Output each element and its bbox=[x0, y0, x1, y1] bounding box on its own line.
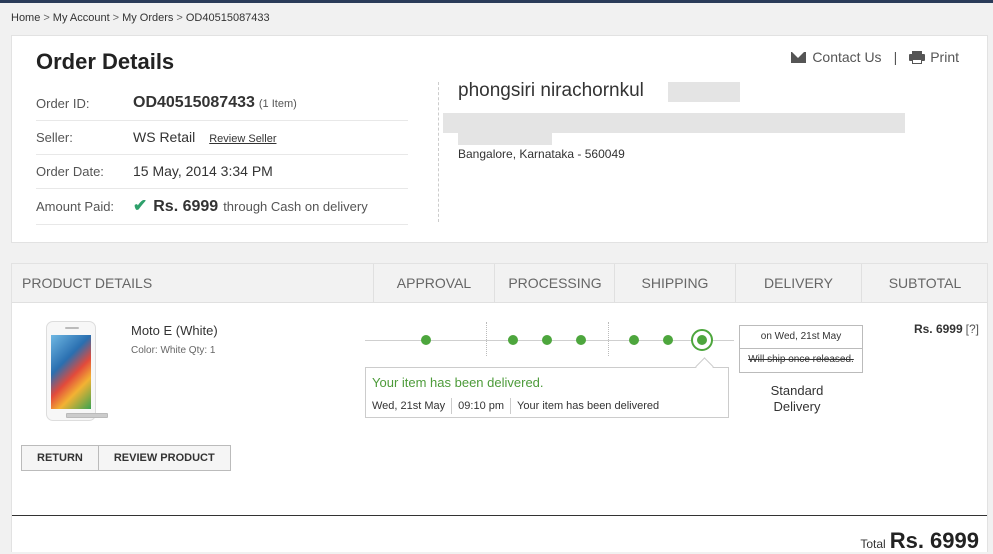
breadcrumb: Home > My Account > My Orders > OD40515087433 bbox=[11, 12, 270, 24]
approval-step-dot bbox=[421, 335, 431, 345]
processing-step-dot bbox=[576, 335, 586, 345]
order-actions: Contact Us | Print bbox=[791, 49, 959, 65]
page-title: Order Details bbox=[36, 49, 175, 74]
order-date-label: Order Date: bbox=[36, 163, 104, 179]
return-button[interactable]: RETURN bbox=[21, 445, 99, 471]
actions-divider: | bbox=[893, 49, 898, 65]
breadcrumb-home[interactable]: Home bbox=[11, 12, 40, 24]
breadcrumb-current-order: OD40515087433 bbox=[185, 12, 270, 24]
order-id-label: Order ID: bbox=[36, 95, 90, 111]
delivered-step-marker[interactable] bbox=[691, 329, 713, 351]
tracking-stage-divider bbox=[486, 322, 487, 356]
breadcrumb-my-account[interactable]: My Account bbox=[53, 12, 110, 24]
contact-us-link[interactable]: Contact Us bbox=[791, 49, 882, 65]
breadcrumb-separator: > bbox=[112, 12, 120, 24]
tracking-popup: Your item has been delivered. Wed, 21st … bbox=[365, 367, 729, 418]
review-product-button[interactable]: REVIEW PRODUCT bbox=[98, 445, 231, 471]
print-label: Print bbox=[930, 49, 959, 65]
printer-icon bbox=[909, 51, 926, 64]
check-icon: ✔ bbox=[133, 196, 148, 215]
header-subtotal: SUBTOTAL bbox=[861, 264, 988, 302]
header-delivery: DELIVERY bbox=[735, 264, 861, 302]
shipping-city: Bangalore, Karnataka - 560049 bbox=[458, 147, 625, 161]
tracking-date: Wed, 21st May bbox=[372, 400, 446, 412]
processing-step-dot bbox=[542, 335, 552, 345]
tracking-event-row: Wed, 21st May 09:10 pm Your item has bee… bbox=[372, 398, 659, 414]
order-total: Total Rs. 6999 bbox=[860, 528, 979, 554]
review-seller-link[interactable]: Review Seller bbox=[209, 133, 276, 145]
order-details-card: Order Details Contact Us | Print Order I… bbox=[11, 35, 988, 243]
tracking-status: Your item has been delivered. bbox=[372, 375, 544, 390]
processing-step-dot bbox=[508, 335, 518, 345]
payment-method: through Cash on delivery bbox=[223, 199, 368, 214]
tracking-note: Your item has been delivered bbox=[517, 400, 660, 412]
help-icon[interactable]: [?] bbox=[966, 322, 979, 336]
product-image[interactable] bbox=[46, 321, 108, 421]
seller-value-group: WS Retail Review Seller bbox=[133, 129, 276, 145]
header-shipping: SHIPPING bbox=[614, 264, 735, 302]
shipping-name: phongsiri nirachornkul bbox=[458, 80, 644, 101]
tracking-time: 09:10 pm bbox=[458, 400, 505, 412]
item-count: (1 Item) bbox=[258, 98, 297, 110]
envelope-icon bbox=[791, 51, 807, 63]
delivery-method: Standard Delivery bbox=[770, 383, 824, 414]
redacted-address-line-1 bbox=[443, 113, 905, 133]
order-id-value: OD40515087433 bbox=[133, 94, 255, 111]
product-actions: RETURN REVIEW PRODUCT bbox=[21, 445, 231, 471]
address-divider bbox=[438, 82, 439, 222]
delivery-date: on Wed, 21st May bbox=[740, 326, 862, 349]
ship-note: Will ship once released. bbox=[748, 354, 854, 365]
subtotal-value: Rs. 6999 bbox=[913, 322, 963, 336]
order-date-value: 15 May, 2014 3:34 PM bbox=[133, 163, 273, 179]
total-value: Rs. 6999 bbox=[889, 528, 979, 553]
amount-paid-value: Rs. 6999 bbox=[153, 198, 219, 215]
seller-row: Seller: WS Retail Review Seller bbox=[36, 120, 408, 155]
breadcrumb-separator: > bbox=[43, 12, 50, 24]
header-approval: APPROVAL bbox=[373, 264, 494, 302]
top-header-bar bbox=[0, 0, 993, 3]
order-id-row: Order ID: OD40515087433 (1 Item) bbox=[36, 86, 408, 121]
tracking-stage-divider bbox=[608, 322, 609, 356]
product-name[interactable]: Moto E (White) bbox=[131, 323, 218, 338]
product-details-card: PRODUCT DETAILS APPROVAL PROCESSING SHIP… bbox=[11, 263, 988, 554]
seller-name: WS Retail bbox=[133, 129, 196, 145]
total-label: Total bbox=[860, 537, 886, 551]
order-date-row: Order Date: 15 May, 2014 3:34 PM bbox=[36, 154, 408, 189]
seller-label: Seller: bbox=[36, 129, 73, 145]
product-table-header: PRODUCT DETAILS APPROVAL PROCESSING SHIP… bbox=[12, 264, 987, 303]
total-divider bbox=[12, 515, 987, 516]
breadcrumb-separator: > bbox=[176, 12, 183, 24]
redacted-surname bbox=[668, 82, 740, 102]
header-processing: PROCESSING bbox=[494, 264, 615, 302]
shipping-step-dot bbox=[629, 335, 639, 345]
breadcrumb-my-orders[interactable]: My Orders bbox=[122, 12, 173, 24]
product-subtotal: Rs. 6999 [?] bbox=[914, 322, 979, 336]
header-product-details: PRODUCT DETAILS bbox=[22, 275, 153, 291]
product-meta: Color: White Qty: 1 bbox=[131, 345, 216, 356]
amount-paid-value-group: ✔ Rs. 6999 through Cash on delivery bbox=[133, 196, 368, 216]
amount-paid-row: Amount Paid: ✔ Rs. 6999 through Cash on … bbox=[36, 188, 408, 225]
redacted-address-line-2 bbox=[458, 133, 552, 145]
order-id-value-group: OD40515087433 (1 Item) bbox=[133, 94, 297, 112]
print-link[interactable]: Print bbox=[909, 49, 959, 65]
delivery-date-box: on Wed, 21st May Will ship once released… bbox=[739, 325, 863, 373]
amount-paid-label: Amount Paid: bbox=[36, 198, 115, 214]
shipping-step-dot bbox=[663, 335, 673, 345]
contact-us-label: Contact Us bbox=[812, 49, 882, 65]
